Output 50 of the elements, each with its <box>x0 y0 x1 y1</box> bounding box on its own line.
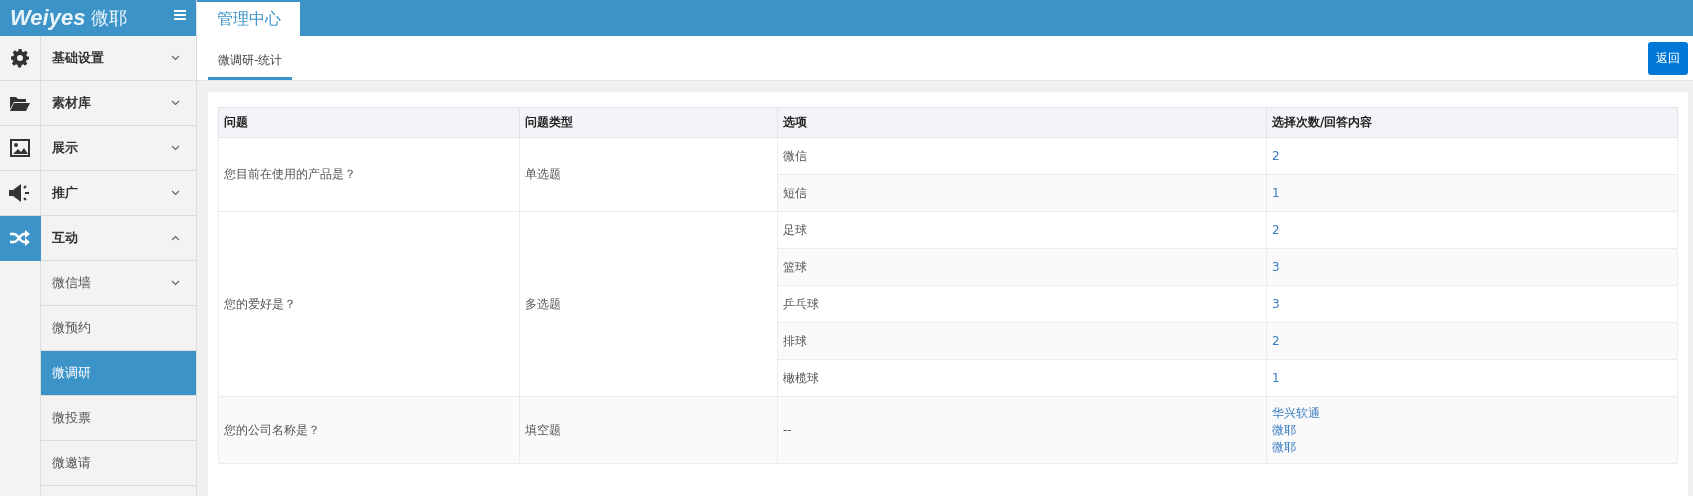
table-cell: -- <box>777 396 1267 464</box>
column-header: 问题 <box>218 107 520 138</box>
column-header: 选择次数/回答内容 <box>1266 107 1678 138</box>
answer-link[interactable]: 1 <box>1272 185 1280 200</box>
table-cell: 您的爱好是？ <box>218 211 520 397</box>
sidebar-item[interactable]: 互动 <box>41 216 196 261</box>
image-icon <box>10 139 30 157</box>
answer-link[interactable]: 微耶 <box>1272 422 1296 437</box>
answer-link[interactable]: 2 <box>1272 222 1280 237</box>
answer-link[interactable]: 1 <box>1272 370 1280 385</box>
folder-icon <box>10 95 30 111</box>
table-cell: 橄榄球 <box>777 359 1267 397</box>
shuffle-icon <box>10 230 30 246</box>
table-cell: 多选题 <box>519 211 778 397</box>
table-cell: 排球 <box>777 322 1267 360</box>
sidebar-subitem[interactable]: 微调研 <box>41 351 196 396</box>
answer-link[interactable]: 微耶 <box>1272 439 1296 454</box>
speaker-icon <box>9 184 31 202</box>
logo-name: 微耶 <box>91 6 128 30</box>
table-cell: 填空题 <box>519 396 778 464</box>
sidebar-subitem[interactable]: 微投票 <box>41 396 196 441</box>
menu-icon[interactable] <box>174 10 186 20</box>
column-header: 选项 <box>777 107 1267 138</box>
sidebar-item[interactable]: 展示 <box>41 126 196 171</box>
column-header: 问题类型 <box>519 107 778 138</box>
sidebar-item[interactable]: 基础设置 <box>41 36 196 81</box>
answer-link[interactable]: 华兴软通 <box>1272 405 1320 420</box>
sidebar-item[interactable]: 推广 <box>41 171 196 216</box>
table-cell: 您目前在使用的产品是？ <box>218 137 520 212</box>
gear-icon <box>10 48 30 68</box>
table-cell: 单选题 <box>519 137 778 212</box>
table-cell: 足球 <box>777 211 1267 249</box>
answer-link[interactable]: 3 <box>1272 296 1280 311</box>
table-cell: 您的公司名称是？ <box>218 396 520 464</box>
sidebar-subitem[interactable]: 微邀请 <box>41 441 196 486</box>
table-cell: 微信 <box>777 137 1267 175</box>
answer-link[interactable]: 2 <box>1272 333 1280 348</box>
logo-text: Weiyes <box>10 5 86 31</box>
page-tab[interactable]: 微调研-统计 <box>208 36 293 80</box>
chevron-down-icon <box>171 280 180 286</box>
table-cell: 短信 <box>777 174 1267 212</box>
menu-icon-cell[interactable] <box>0 216 41 261</box>
table-cell: 篮球 <box>777 248 1267 286</box>
sidebar-subitem[interactable]: 微信墙 <box>41 261 196 306</box>
sidebar-item[interactable]: 素材库 <box>41 81 196 126</box>
header-tab[interactable]: 管理中心 <box>197 2 300 36</box>
table-cell: 乒乓球 <box>777 285 1267 323</box>
answer-link[interactable]: 2 <box>1272 148 1280 163</box>
answer-link[interactable]: 3 <box>1272 259 1280 274</box>
back-button[interactable]: 返回 <box>1648 41 1688 75</box>
